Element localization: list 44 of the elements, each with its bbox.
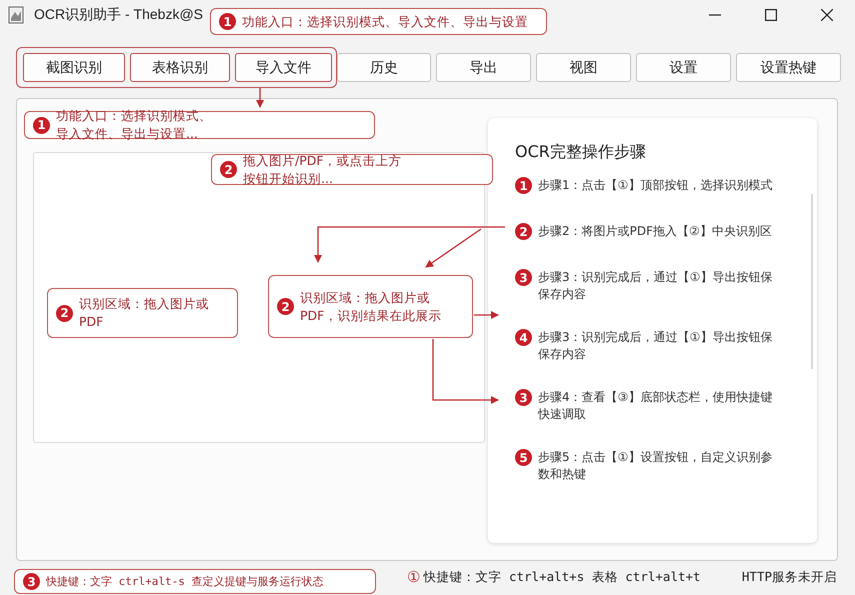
step-text: 步骤3：识别完成后，通过【①】导出按钮保保存内容 xyxy=(538,329,774,363)
http-status: HTTP服务未开启 xyxy=(742,568,838,586)
scrollbar[interactable] xyxy=(811,194,813,369)
toolbar-button[interactable]: 截图识别 xyxy=(23,53,125,82)
toolbar-button[interactable]: 设置 xyxy=(636,53,731,82)
arrow xyxy=(256,88,264,108)
callout-text: 识别区域：拖入图片或PDF，识别结果在此展示 xyxy=(300,288,442,324)
toolbar-button[interactable]: 视图 xyxy=(536,53,631,82)
toolbar-button[interactable]: 表格识别 xyxy=(130,53,230,82)
toolbar-button[interactable]: 历史 xyxy=(337,53,431,82)
step-text: 步骤4：查看【③】底部状态栏，使用快捷键快速调取 xyxy=(538,389,774,423)
toolbar-button[interactable]: 设置热键 xyxy=(736,53,841,82)
number-badge: 2 xyxy=(515,223,532,240)
number-badge: 2 xyxy=(220,161,237,178)
arrow xyxy=(474,311,499,319)
number-badge: 1 xyxy=(33,116,50,134)
circled-number: ① xyxy=(407,568,420,586)
number-badge: 2 xyxy=(56,304,73,322)
toolbar-button[interactable]: 导入文件 xyxy=(235,53,332,82)
close-icon[interactable] xyxy=(821,9,833,21)
number-badge: 3 xyxy=(515,269,532,286)
step-text: 步骤3：识别完成后，通过【①】导出按钮保保存内容 xyxy=(538,269,774,303)
maximize-icon[interactable] xyxy=(765,9,777,21)
app-icon xyxy=(8,6,24,24)
callout-text: 功能入口：选择识别模式、导入文件、导出与设置 xyxy=(242,12,528,30)
step-text: 步骤1：点击【①】顶部按钮，选择识别模式 xyxy=(538,177,774,194)
panel-title: OCR完整操作步骤 xyxy=(515,142,647,163)
shortcut-text: 快捷键：文字 ctrl+alt+s 表格 ctrl+alt+t xyxy=(423,568,701,586)
callout-text: 快捷键：文字 ctrl+alt-s 查定义提键与服务运行状态 xyxy=(46,574,324,590)
number-badge: 4 xyxy=(515,329,532,346)
number-badge: 1 xyxy=(515,177,532,194)
number-badge: 3 xyxy=(23,573,40,590)
arrow xyxy=(432,339,499,404)
number-badge: 3 xyxy=(515,389,532,406)
number-badge: 1 xyxy=(219,13,236,30)
step-text: 步骤2：将图片或PDF拖入【②】中央识别区 xyxy=(538,223,773,240)
window-title: OCR识别助手 - Thebzk@S xyxy=(34,6,204,24)
callout-text: 识别区域：拖入图片或PDF xyxy=(79,295,210,331)
callout-text: 拖入图片/PDF，或点击上方按钮开始识别... xyxy=(243,152,403,188)
step-text: 步骤5：点击【①】设置按钮，自定义识别参数和热键 xyxy=(538,449,774,483)
callout-text: 功能入口：选择识别模式、导入文件、导出与设置... xyxy=(56,107,213,143)
number-badge: 2 xyxy=(277,298,294,315)
number-badge: 5 xyxy=(515,449,532,466)
toolbar-button[interactable]: 导出 xyxy=(436,53,531,82)
